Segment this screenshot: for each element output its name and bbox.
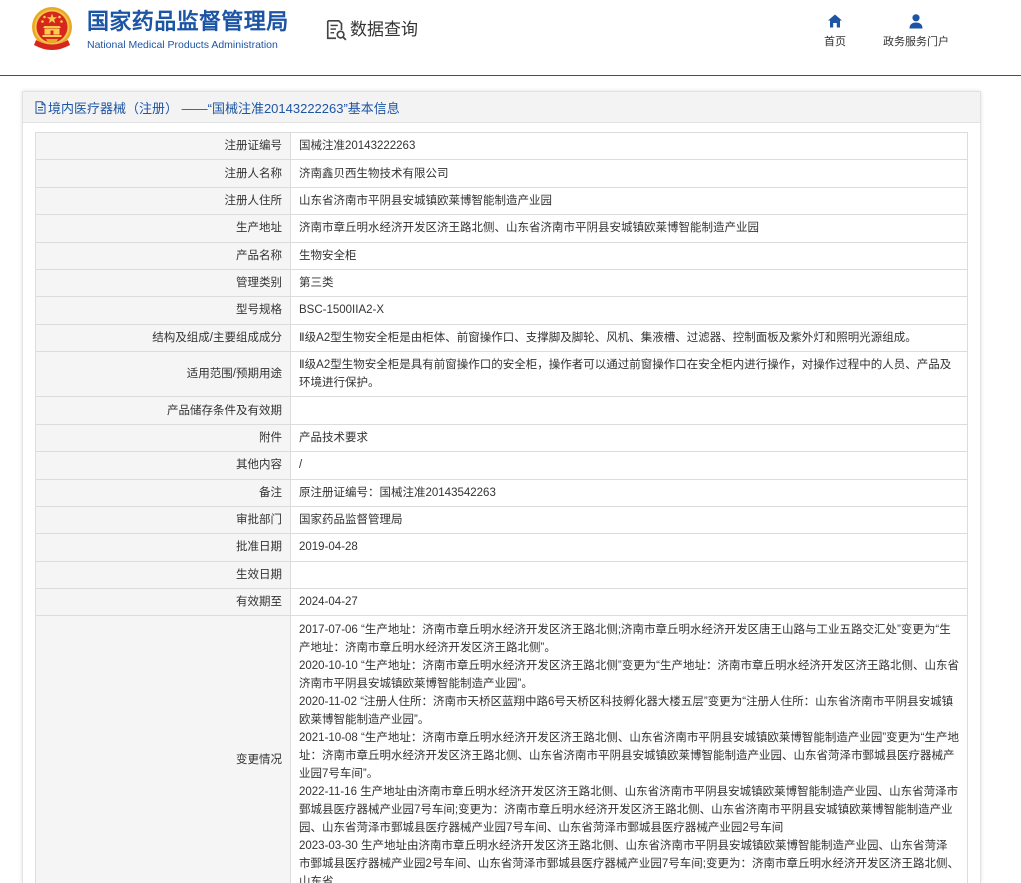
nav-home[interactable]: 首页 [795, 13, 875, 49]
change-text: “生产地址：济南市章丘明水经济开发区济王路北侧、山东省济南市平阴县安城镇欧莱博智… [299, 731, 960, 780]
data-query-label: 数据查询 [350, 20, 418, 39]
field-value: Ⅱ级A2型生物安全柜是具有前窗操作口的安全柜，操作者可以通过前窗操作口在安全柜内… [290, 350, 968, 398]
national-emblem-icon [30, 6, 74, 52]
row-approval-department: 审批部门 国家药品监督管理局 [35, 505, 968, 535]
change-date: 2023-03-30 [299, 839, 358, 852]
field-value: 2019-04-28 [290, 533, 968, 562]
field-value: Ⅱ级A2型生物安全柜是由柜体、前窗操作口、支撑脚及脚轮、风机、集液槽、过滤器、控… [290, 323, 968, 353]
field-label: 适用范围/预期用途 [35, 350, 291, 398]
panel-title: 境内医疗器械（注册） ——“国械注准20143222263”基本信息 [48, 100, 400, 116]
row-valid-until: 有效期至 2024-04-27 [35, 587, 968, 617]
site-header: 国家药品监督管理局 National Medical Products Admi… [0, 0, 1021, 76]
user-icon [908, 13, 924, 29]
field-value: 济南市章丘明水经济开发区济王路北侧、山东省济南市平阴县安城镇欧莱博智能制造产业园 [290, 214, 968, 243]
site-name-en: National Medical Products Administration [87, 39, 278, 51]
field-label: 注册证编号 [35, 131, 291, 161]
change-text: 生产地址由济南市章丘明水经济开发区济王路北侧、山东省济南市平阴县安城镇欧莱博智能… [299, 785, 959, 834]
row-other-content: 其他内容 / [35, 451, 968, 480]
field-label: 变更情况 [35, 615, 291, 883]
field-label: 备注 [35, 478, 291, 507]
change-entry: 2017-07-06 “生产地址：济南市章丘明水经济开发区济王路北侧;济南市章丘… [299, 621, 959, 657]
change-text: “生产地址：济南市章丘明水经济开发区济王路北侧”变更为“生产地址：济南市章丘明水… [299, 659, 960, 690]
change-date: 2021-10-08 [299, 731, 358, 744]
row-attachments: 附件 产品技术要求 [35, 423, 968, 453]
site-name-cn: 国家药品监督管理局 [87, 9, 289, 34]
field-value: 产品技术要求 [290, 423, 968, 453]
change-entry: 2022-11-16 生产地址由济南市章丘明水经济开发区济王路北侧、山东省济南市… [299, 783, 959, 837]
field-value: / [290, 451, 968, 480]
field-value: 济南鑫贝西生物技术有限公司 [290, 159, 968, 188]
document-icon [35, 100, 46, 114]
field-value [290, 396, 968, 425]
field-label: 型号规格 [35, 296, 291, 325]
change-entry: 2020-11-02 “注册人住所：济南市天桥区蓝翔中路6号天桥区科技孵化器大楼… [299, 693, 959, 729]
field-value: 第三类 [290, 268, 968, 298]
field-label: 结构及组成/主要组成成分 [35, 323, 291, 353]
nav-portal-label: 政务服务门户 [883, 36, 949, 48]
row-management-category: 管理类别 第三类 [35, 268, 968, 298]
field-value: BSC-1500IIA2-X [290, 296, 968, 325]
row-registrant-address: 注册人住所 山东省济南市平阴县安城镇欧莱博智能制造产业园 [35, 186, 968, 216]
field-value: 2024-04-27 [290, 587, 968, 617]
row-intended-use: 适用范围/预期用途 Ⅱ级A2型生物安全柜是具有前窗操作口的安全柜，操作者可以通过… [35, 350, 968, 398]
info-table: 注册证编号 国械注准20143222263 注册人名称 济南鑫贝西生物技术有限公… [35, 131, 968, 883]
row-model-spec: 型号规格 BSC-1500IIA2-X [35, 296, 968, 325]
field-value: 国械注准20143222263 [290, 131, 968, 161]
field-label: 注册人住所 [35, 186, 291, 216]
data-query-link[interactable]: 数据查询 [325, 17, 418, 43]
field-label: 有效期至 [35, 587, 291, 617]
field-value [290, 560, 968, 590]
field-label: 附件 [35, 423, 291, 453]
field-value: 原注册证编号：国械注准20143542263 [290, 478, 968, 507]
nav-home-label: 首页 [824, 36, 846, 48]
row-product-name: 产品名称 生物安全柜 [35, 241, 968, 270]
row-remarks: 备注 原注册证编号：国械注准20143542263 [35, 478, 968, 507]
field-label: 批准日期 [35, 533, 291, 562]
field-label: 产品名称 [35, 241, 291, 270]
change-text: 生产地址由济南市章丘明水经济开发区济王路北侧、山东省济南市平阴县安城镇欧莱博智能… [299, 839, 959, 883]
row-structure-composition: 结构及组成/主要组成成分 Ⅱ级A2型生物安全柜是由柜体、前窗操作口、支撑脚及脚轮… [35, 323, 968, 353]
row-registration-number: 注册证编号 国械注准20143222263 [35, 131, 968, 161]
panel-title-bar: 境内医疗器械（注册） ——“国械注准20143222263”基本信息 [23, 92, 980, 123]
change-text: “生产地址：济南市章丘明水经济开发区济王路北侧;济南市章丘明水经济开发区唐王山路… [299, 623, 951, 654]
field-label: 其他内容 [35, 451, 291, 480]
document-search-icon [325, 18, 347, 42]
nav-government-service-portal[interactable]: 政务服务门户 [876, 13, 956, 49]
field-value: 生物安全柜 [290, 241, 968, 270]
field-label: 产品储存条件及有效期 [35, 396, 291, 425]
home-icon [827, 13, 843, 29]
change-date: 2022-11-16 [299, 785, 357, 798]
change-entry: 2021-10-08 “生产地址：济南市章丘明水经济开发区济王路北侧、山东省济南… [299, 729, 959, 783]
row-change-history: 变更情况 2017-07-06 “生产地址：济南市章丘明水经济开发区济王路北侧;… [35, 615, 968, 883]
change-date: 2020-10-10 [299, 659, 358, 672]
field-label: 生效日期 [35, 560, 291, 590]
field-value: 国家药品监督管理局 [290, 505, 968, 535]
field-value: 山东省济南市平阴县安城镇欧莱博智能制造产业园 [290, 186, 968, 216]
row-effective-date: 生效日期 [35, 560, 968, 590]
change-history-list: 2017-07-06 “生产地址：济南市章丘明水经济开发区济王路北侧;济南市章丘… [290, 615, 968, 883]
field-label: 审批部门 [35, 505, 291, 535]
site-logo-link[interactable]: 国家药品监督管理局 National Medical Products Admi… [30, 6, 295, 56]
change-entry: 2020-10-10 “生产地址：济南市章丘明水经济开发区济王路北侧”变更为“生… [299, 657, 959, 693]
detail-panel: 境内医疗器械（注册） ——“国械注准20143222263”基本信息 注册证编号… [22, 91, 981, 883]
field-label: 生产地址 [35, 214, 291, 243]
change-date: 2020-11-02 [299, 695, 357, 708]
change-date: 2017-07-06 [299, 623, 358, 636]
change-text: “注册人住所：济南市天桥区蓝翔中路6号天桥区科技孵化器大楼五层”变更为“注册人住… [299, 695, 954, 726]
row-storage-conditions: 产品储存条件及有效期 [35, 396, 968, 425]
field-label: 管理类别 [35, 268, 291, 298]
row-production-address: 生产地址 济南市章丘明水经济开发区济王路北侧、山东省济南市平阴县安城镇欧莱博智能… [35, 214, 968, 243]
change-entry: 2023-03-30 生产地址由济南市章丘明水经济开发区济王路北侧、山东省济南市… [299, 837, 959, 883]
page: 国家药品监督管理局 National Medical Products Admi… [0, 0, 1021, 883]
row-registrant-name: 注册人名称 济南鑫贝西生物技术有限公司 [35, 159, 968, 188]
field-label: 注册人名称 [35, 159, 291, 188]
row-approval-date: 批准日期 2019-04-28 [35, 533, 968, 562]
